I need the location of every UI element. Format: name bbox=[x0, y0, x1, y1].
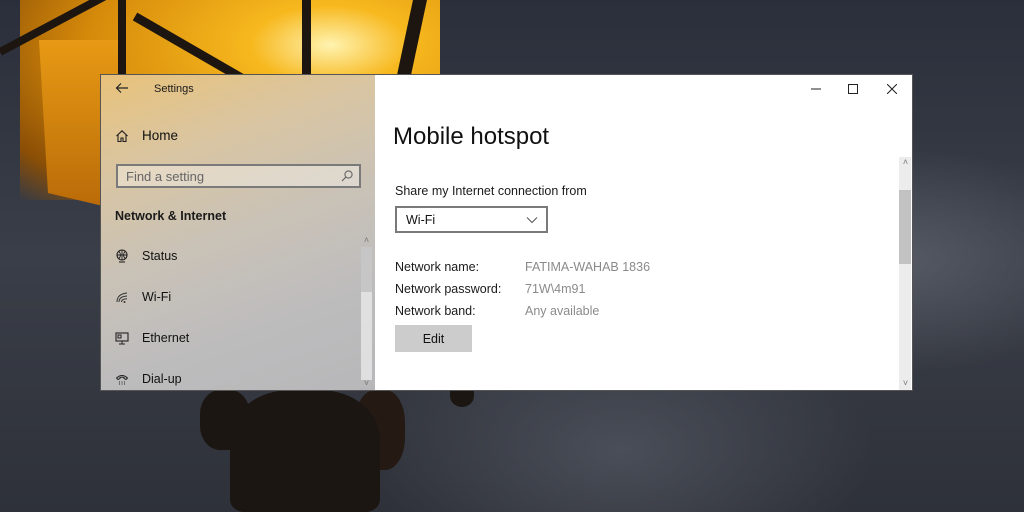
share-connection-dropdown[interactable]: Wi-Fi bbox=[395, 206, 548, 233]
dialup-phone-icon bbox=[115, 375, 129, 385]
sidebar-item-label: Ethernet bbox=[142, 331, 190, 345]
scroll-up-icon[interactable]: ˄ bbox=[899, 157, 912, 167]
network-name-label: Network name: bbox=[395, 260, 480, 274]
sidebar-item-label: Wi-Fi bbox=[142, 290, 172, 304]
sidebar: Settings Home Network & Internet Status … bbox=[101, 75, 375, 390]
minimize-button[interactable] bbox=[796, 75, 836, 103]
maximize-icon bbox=[848, 84, 858, 94]
home-label: Home bbox=[142, 128, 179, 143]
chevron-down-icon bbox=[526, 216, 538, 223]
sidebar-item-home[interactable]: Home bbox=[115, 128, 178, 143]
network-password-label: Network password: bbox=[395, 282, 502, 296]
maximize-button[interactable] bbox=[833, 75, 873, 103]
share-connection-label: Share my Internet connection from bbox=[395, 184, 587, 198]
settings-window: Settings Home Network & Internet Status … bbox=[101, 75, 912, 390]
back-arrow-icon[interactable] bbox=[115, 81, 131, 97]
sidebar-item-wifi[interactable]: Wi-Fi bbox=[115, 290, 171, 304]
network-password-value: 71W\4m91 bbox=[525, 282, 586, 296]
scrollbar-thumb[interactable] bbox=[899, 190, 911, 264]
network-band-value: Any available bbox=[525, 304, 600, 318]
scroll-up-icon[interactable]: ˄ bbox=[360, 235, 373, 245]
lamp-frame-bar bbox=[302, 0, 311, 75]
search-box[interactable] bbox=[116, 164, 361, 188]
close-button[interactable] bbox=[872, 75, 912, 103]
network-band-label: Network band: bbox=[395, 304, 476, 318]
scroll-down-icon[interactable]: ˅ bbox=[899, 378, 912, 388]
section-title: Network & Internet bbox=[115, 209, 227, 223]
main-scrollbar[interactable]: ˄ ˅ bbox=[898, 157, 912, 390]
sidebar-item-status[interactable]: Status bbox=[115, 249, 177, 263]
sidebar-item-ethernet[interactable]: Ethernet bbox=[115, 331, 189, 345]
globe-status-icon bbox=[116, 249, 128, 263]
search-icon[interactable] bbox=[340, 169, 354, 183]
edit-button[interactable]: Edit bbox=[395, 325, 472, 352]
sidebar-item-dialup[interactable]: Dial-up bbox=[115, 372, 182, 386]
sidebar-item-label: Status bbox=[142, 249, 178, 263]
network-name-value: FATIMA-WAHAB 1836 bbox=[525, 260, 651, 274]
lamp-frame-bar bbox=[118, 0, 126, 75]
close-icon bbox=[887, 84, 897, 94]
scroll-down-icon[interactable]: ˅ bbox=[360, 378, 373, 388]
scrollbar-thumb[interactable] bbox=[361, 247, 372, 292]
sidebar-scrollbar[interactable]: ˄ ˅ bbox=[359, 235, 374, 390]
search-input[interactable] bbox=[118, 166, 336, 186]
minimize-icon bbox=[811, 88, 821, 90]
page-title: Mobile hotspot bbox=[393, 123, 550, 150]
wifi-icon bbox=[116, 292, 128, 303]
lamp-post bbox=[230, 390, 380, 512]
sidebar-item-label: Dial-up bbox=[142, 372, 182, 386]
main-content: Mobile hotspot Share my Internet connect… bbox=[375, 75, 912, 390]
dropdown-selected-value: Wi-Fi bbox=[406, 212, 436, 227]
app-title: Settings bbox=[154, 83, 194, 95]
ethernet-icon bbox=[115, 332, 129, 345]
home-icon bbox=[116, 129, 128, 142]
